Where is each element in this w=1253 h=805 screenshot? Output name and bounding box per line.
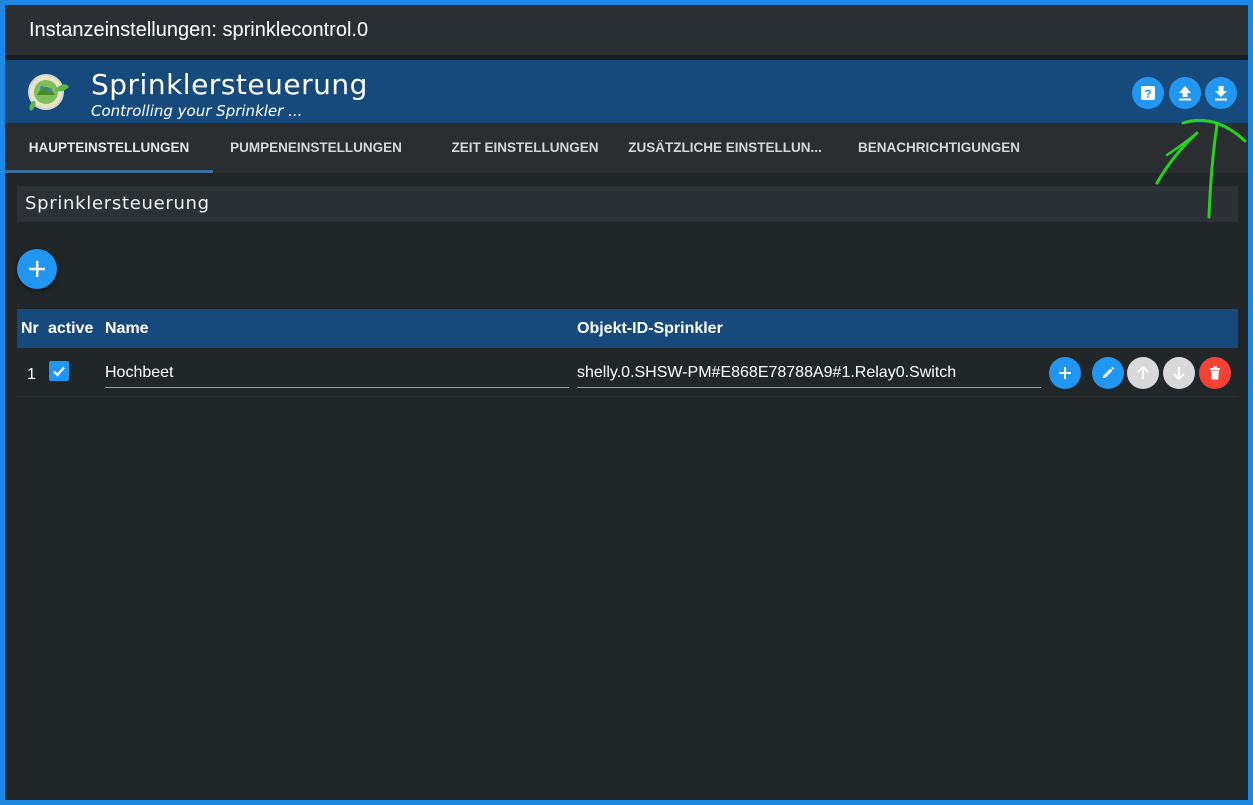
upload-button[interactable] [1169,77,1201,109]
annotation-arrow-icon [1155,118,1247,219]
adapter-title: Sprinklersteuerung [91,68,368,101]
help-icon: ? [1141,86,1155,101]
pencil-icon [1103,366,1115,378]
move-up-button[interactable] [1127,357,1159,389]
adapter-subtitle: Controlling your Sprinkler ... [91,102,303,120]
sprinkler-logo-icon [25,71,71,113]
instance-settings-window: Instanzeinstellungen: sprinklecontrol.0 … [5,5,1248,800]
select-object-button[interactable] [1049,357,1081,389]
tab-main-settings[interactable]: HAUPTEINSTELLUNGEN [5,123,213,173]
move-down-button[interactable] [1163,357,1195,389]
trash-icon [1210,366,1220,380]
object-id-field[interactable] [577,358,1041,388]
column-header-name: Name [105,320,149,337]
section-title: Sprinklersteuerung [17,186,1238,222]
help-button[interactable]: ? [1132,77,1164,109]
tab-additional-settings[interactable]: ZUSÄTZLICHE EINSTELLUN... [625,123,825,173]
column-header-active: active [48,320,94,337]
name-field[interactable] [105,358,569,388]
arrow-down-icon [1173,367,1185,380]
arrow-up-icon [1137,366,1149,379]
column-header-nr: Nr [21,320,39,337]
svg-text:?: ? [1144,87,1151,101]
column-header-object-id: Objekt-ID-Sprinkler [577,320,723,337]
adapter-header: Sprinklersteuerung Controlling your Spri… [5,60,1248,123]
plus-icon [29,261,45,277]
settings-tabs: HAUPTEINSTELLUNGEN PUMPENEINSTELLUNGEN Z… [5,123,1248,173]
window-title: Instanzeinstellungen: sprinklecontrol.0 [5,5,1248,55]
delete-row-button[interactable] [1199,357,1231,389]
download-icon [1215,86,1227,101]
upload-icon [1179,86,1191,101]
checkmark-icon [53,366,65,377]
tab-pump-settings[interactable]: PUMPENEINSTELLUNGEN [219,123,413,173]
row-number: 1 [27,366,36,383]
download-button[interactable] [1205,77,1237,109]
add-sprinkler-button[interactable] [17,249,57,289]
tab-time-settings[interactable]: ZEIT EINSTELLUNGEN [435,123,615,173]
plus-icon [1059,367,1071,379]
table-header: Nr active Name Objekt-ID-Sprinkler [17,309,1238,348]
active-tab-indicator [5,170,213,173]
tab-notifications[interactable]: BENACHRICHTIGUNGEN [845,123,1033,173]
edit-row-button[interactable] [1092,357,1124,389]
table-row: 1 [17,348,1238,397]
active-checkbox[interactable] [49,361,69,381]
